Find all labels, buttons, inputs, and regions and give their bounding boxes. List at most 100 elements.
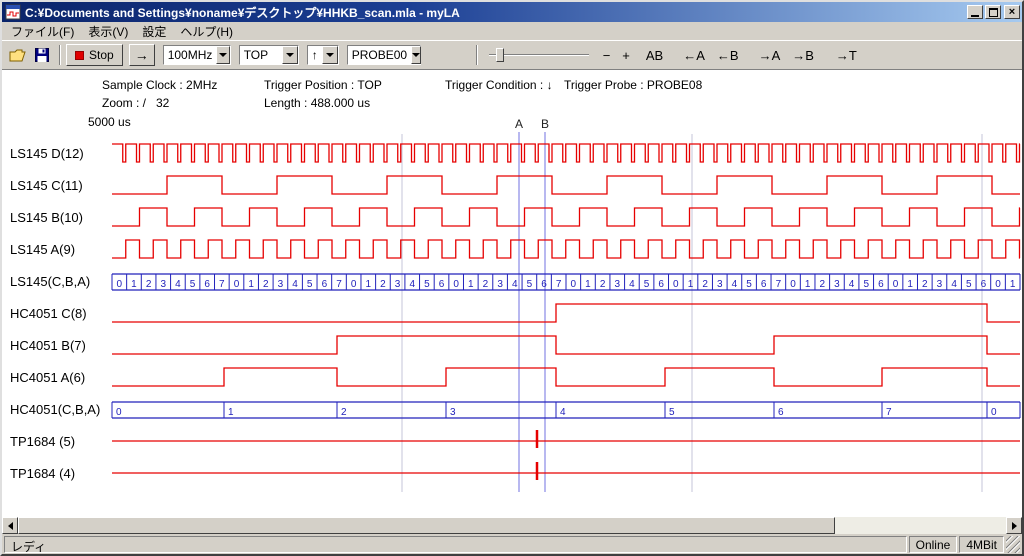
bus-value: 2 — [820, 279, 826, 290]
stop-label: Stop — [89, 48, 114, 62]
stop-icon — [75, 51, 84, 60]
bus-value: 0 — [351, 279, 357, 290]
slider-track — [489, 54, 589, 56]
bus-value: 1 — [688, 279, 694, 290]
scrollbar-thumb[interactable] — [18, 517, 835, 534]
goto-marker-b-left-button[interactable]: ←B — [713, 46, 743, 65]
chevron-down-icon — [322, 46, 338, 64]
bus-value: 0 — [117, 279, 123, 290]
chevron-down-icon — [216, 46, 229, 64]
goto-marker-a-right-button[interactable]: →A — [755, 46, 785, 65]
menu-view[interactable]: 表示(V) — [81, 22, 135, 41]
open-file-button[interactable] — [6, 44, 30, 66]
trigger-condition-info: Trigger Condition : ↓ — [445, 78, 553, 92]
minimize-button[interactable] — [967, 5, 983, 19]
menu-file[interactable]: ファイル(F) — [4, 22, 81, 41]
trigger-edge-select[interactable]: ↑ — [307, 45, 339, 65]
chevron-down-icon — [282, 46, 298, 64]
channel-label: LS145 C(11) — [10, 178, 83, 193]
bus-value: 7 — [776, 279, 782, 290]
bus-value: 5 — [746, 279, 752, 290]
waveform-trace — [112, 144, 1020, 162]
bus-value: 2 — [263, 279, 269, 290]
bus-value: 2 — [146, 279, 152, 290]
bus-value: 0 — [116, 407, 122, 418]
zoom-in-button[interactable]: + — [618, 46, 634, 65]
menu-settings[interactable]: 設定 — [135, 22, 173, 41]
bus-value: 1 — [248, 279, 254, 290]
bus-value: 1 — [805, 279, 811, 290]
toolbar-separator — [476, 45, 478, 65]
bus-value: 4 — [732, 279, 738, 290]
menu-help[interactable]: ヘルプ(H) — [173, 22, 240, 41]
bus-value: 7 — [886, 407, 892, 418]
waveform-area: Sample Clock : 2MHz Trigger Position : T… — [2, 69, 1022, 517]
bus-value: 6 — [204, 279, 210, 290]
trigger-probe-select[interactable]: PROBE00 — [347, 45, 421, 65]
trigger-position-select[interactable]: TOP — [239, 45, 299, 65]
bus-value: 6 — [541, 279, 547, 290]
bus-value: 2 — [380, 279, 386, 290]
bus-value: 4 — [629, 279, 635, 290]
trigger-probe-value: PROBE00 — [348, 46, 411, 64]
bus-value: 4 — [512, 279, 518, 290]
waveform-trace — [112, 304, 1020, 322]
bus-value: 3 — [717, 279, 723, 290]
bus-value: 2 — [600, 279, 606, 290]
stop-button[interactable]: Stop — [66, 44, 123, 66]
sample-clock-value: 100MHz — [164, 46, 217, 64]
waveform-trace — [112, 336, 1020, 354]
zoom-slider[interactable] — [489, 46, 589, 64]
trigger-edge-value: ↑ — [308, 46, 322, 64]
channel-label: TP1684 (5) — [10, 434, 75, 449]
bus-value: 3 — [278, 279, 284, 290]
horizontal-scrollbar[interactable] — [2, 517, 1022, 534]
bus-value: 6 — [981, 279, 987, 290]
trigger-probe-info: Trigger Probe : PROBE08 — [564, 78, 702, 92]
bus-value: 6 — [322, 279, 328, 290]
bus-value: 5 — [307, 279, 313, 290]
status-memory: 4MBit — [959, 536, 1004, 553]
bus-value: 4 — [849, 279, 855, 290]
trigger-position-info: Trigger Position : TOP — [264, 78, 382, 92]
channel-label: HC4051 B(7) — [10, 338, 86, 353]
bus-value: 4 — [175, 279, 181, 290]
channel-label: LS145(C,B,A) — [10, 274, 90, 289]
run-button[interactable]: → — [129, 44, 155, 66]
scroll-right-icon — [1012, 522, 1017, 530]
marker-label: A — [515, 117, 523, 131]
scroll-right-button[interactable] — [1006, 517, 1022, 534]
save-file-button[interactable] — [30, 44, 54, 66]
zoom-out-button[interactable]: − — [599, 46, 615, 65]
sample-clock-select[interactable]: 100MHz — [163, 45, 231, 65]
bus-value: 1 — [228, 407, 234, 418]
waveform-plot[interactable]: 5000 usABLS145 D(12)LS145 C(11)LS145 B(1… — [2, 114, 1024, 509]
bus-value: 1 — [366, 279, 372, 290]
ab-markers-button[interactable]: AB — [642, 46, 667, 65]
floppy-disk-icon — [35, 48, 49, 62]
bus-value: 2 — [922, 279, 928, 290]
maximize-button[interactable] — [985, 5, 1001, 19]
toolbar-separator — [59, 45, 61, 65]
channel-label: LS145 A(9) — [10, 242, 75, 257]
bus-value: 6 — [878, 279, 884, 290]
resize-grip[interactable] — [1006, 536, 1020, 553]
goto-marker-a-left-button[interactable]: ←A — [679, 46, 709, 65]
bus-value: 5 — [527, 279, 533, 290]
goto-marker-b-right-button[interactable]: →B — [788, 46, 818, 65]
bus-value: 3 — [450, 407, 456, 418]
chevron-down-icon — [411, 46, 421, 64]
goto-trigger-button[interactable]: →T — [832, 46, 861, 65]
bus-value: 0 — [893, 279, 899, 290]
bus-value: 0 — [234, 279, 240, 290]
scroll-left-button[interactable] — [2, 517, 18, 534]
bus-value: 0 — [571, 279, 577, 290]
bus-value: 2 — [341, 407, 347, 418]
app-icon — [5, 4, 21, 20]
waveform-trace — [112, 208, 1020, 226]
slider-thumb[interactable] — [496, 48, 504, 62]
close-button[interactable]: × — [1004, 5, 1020, 19]
window-controls: × — [967, 5, 1020, 19]
waveform-trace — [112, 176, 1020, 194]
titlebar[interactable]: C:¥Documents and Settings¥noname¥デスクトップ¥… — [2, 2, 1022, 22]
